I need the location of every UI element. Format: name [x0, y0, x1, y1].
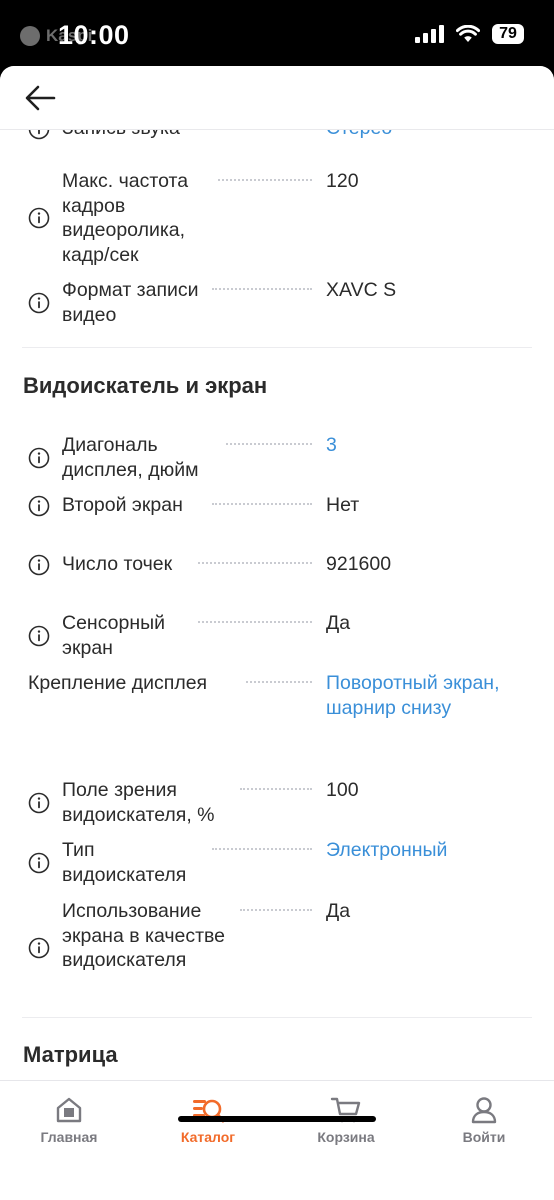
watermark-logo-icon [20, 26, 40, 46]
tab-label: Корзина [317, 1129, 375, 1145]
battery-indicator: 79 [492, 24, 524, 44]
spec-label: Диагональ дисплея, дюйм [62, 434, 199, 481]
spec-value: 100 [326, 779, 359, 801]
user-icon [471, 1097, 497, 1124]
spec-label: Крепление дисплея [28, 672, 208, 694]
tab-home[interactable]: Главная [9, 1095, 129, 1145]
dotted-leader [240, 788, 312, 790]
back-arrow-icon[interactable] [22, 82, 58, 114]
home-indicator [178, 1116, 376, 1122]
spec-label: Число точек [62, 553, 173, 575]
dotted-leader [240, 909, 312, 911]
status-bar: Kaspi 10:00 79 [0, 0, 554, 70]
dotted-leader [246, 681, 312, 683]
home-icon [56, 1097, 82, 1123]
info-icon[interactable] [28, 447, 50, 469]
tab-label: Главная [40, 1129, 98, 1145]
info-icon[interactable] [28, 292, 50, 314]
cellular-signal-icon [415, 25, 444, 43]
info-icon[interactable] [28, 937, 50, 959]
section-divider [22, 347, 532, 348]
spec-label: Второй экран [62, 494, 183, 516]
tab-label: Войти [462, 1129, 506, 1145]
info-icon[interactable] [28, 792, 50, 814]
spec-value-link[interactable]: Поворотный экран, шарнир снизу [326, 671, 516, 720]
dotted-leader [212, 288, 312, 290]
info-icon[interactable] [28, 495, 50, 517]
dotted-leader [198, 621, 312, 623]
dotted-leader [226, 443, 312, 445]
spec-value: Да [326, 900, 351, 922]
info-icon[interactable] [28, 852, 50, 874]
app-sheet: Запись звука Стерео Макс. частота кадров… [0, 66, 554, 1200]
bottom-tab-bar: Главная Каталог Корзина Войти [0, 1080, 554, 1200]
dotted-leader [212, 503, 312, 505]
section-title-matrix: Матрица [23, 1042, 118, 1067]
spec-value-link[interactable]: Стерео [326, 130, 392, 141]
dotted-leader [212, 848, 312, 850]
spec-label: Формат записи видео [62, 279, 199, 326]
tab-login[interactable]: Войти [424, 1095, 544, 1145]
spec-label: Сенсорный экран [62, 612, 166, 659]
section-title-viewfinder: Видоискатель и экран [23, 373, 268, 398]
status-time: 10:00 [58, 20, 130, 50]
info-icon[interactable] [28, 130, 50, 140]
info-icon[interactable] [28, 625, 50, 647]
spec-value: 120 [326, 170, 359, 192]
spec-value: XAVC S [326, 279, 397, 301]
spec-value: Нет [326, 494, 360, 516]
spec-label: Макс. частота кадров видеоролика, кадр/с… [62, 170, 189, 266]
tab-label: Каталог [180, 1129, 236, 1145]
section-divider [22, 1017, 532, 1018]
dotted-leader [198, 562, 312, 564]
dotted-leader [218, 179, 312, 181]
info-icon[interactable] [28, 207, 50, 229]
specs-scroll-area[interactable]: Запись звука Стерео Макс. частота кадров… [0, 130, 554, 1080]
info-icon[interactable] [28, 554, 50, 576]
spec-value-link[interactable]: Электронный [326, 838, 447, 863]
top-bar [0, 66, 554, 130]
spec-label: Поле зрения видоискателя, % [62, 779, 215, 826]
spec-value: 921600 [326, 553, 392, 575]
status-icons: 79 [415, 24, 524, 44]
spec-label: Тип видоискателя [62, 839, 187, 886]
spec-label: Запись звука [62, 130, 180, 141]
spec-label: Использование экрана в качестве видоиска… [62, 900, 226, 971]
wifi-icon [456, 25, 480, 42]
spec-value: Да [326, 612, 351, 634]
spec-value-link[interactable]: 3 [326, 433, 337, 458]
